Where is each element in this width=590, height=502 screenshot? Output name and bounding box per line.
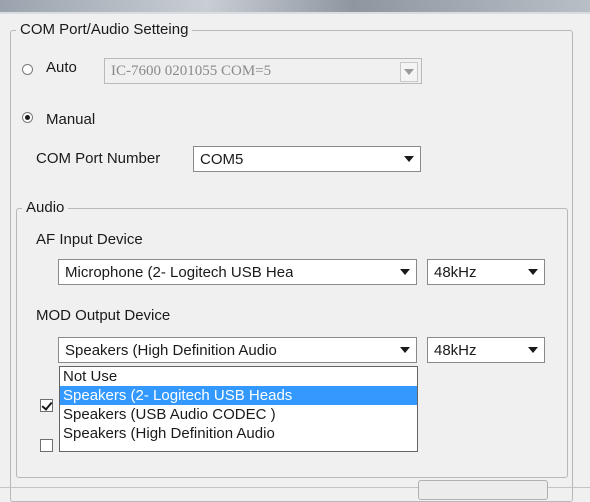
auto-radio-label[interactable]: Auto: [46, 59, 77, 76]
checkmark-icon: [41, 399, 53, 411]
af-input-rate-value: 48kHz: [434, 264, 477, 281]
com-port-value: COM5: [200, 151, 244, 168]
com-port-select[interactable]: COM5: [193, 146, 421, 172]
auto-device-dropdown-icon: [400, 62, 418, 82]
com-port-label: COM Port Number: [36, 150, 161, 167]
auto-device-select: IC-7600 0201055 COM=5: [104, 58, 422, 84]
window-top-edge: [0, 12, 590, 14]
mod-output-rate-select[interactable]: 48kHz: [427, 337, 545, 363]
dropdown-option-hd-audio[interactable]: Speakers (High Definition Audio: [60, 424, 417, 443]
af-input-device-dropdown-icon[interactable]: [397, 263, 413, 281]
af-input-rate-dropdown-icon[interactable]: [525, 263, 541, 281]
manual-radio-dot: [25, 115, 30, 120]
audio-group-title: Audio: [22, 199, 69, 216]
dropdown-option-usb-codec[interactable]: Speakers (USB Audio CODEC ): [60, 405, 417, 424]
mod-output-device-select[interactable]: Speakers (High Definition Audio: [58, 337, 417, 363]
mod-output-rate-value: 48kHz: [434, 342, 477, 359]
af-input-rate-select[interactable]: 48kHz: [427, 259, 545, 285]
af-input-label: AF Input Device: [36, 231, 143, 248]
manual-radio[interactable]: [22, 112, 33, 123]
mod-output-rate-dropdown-icon[interactable]: [525, 341, 541, 359]
mod-output-device-dropdown-icon[interactable]: [397, 341, 413, 359]
auto-radio[interactable]: [22, 64, 33, 75]
mod-output-device-value: Speakers (High Definition Audio: [65, 342, 277, 359]
option-checkbox-1[interactable]: [40, 399, 53, 412]
af-input-device-value: Microphone (2- Logitech USB Hea: [65, 264, 294, 281]
mod-output-dropdown-list[interactable]: Not Use Speakers (2- Logitech USB Heads …: [59, 366, 418, 452]
af-input-device-select[interactable]: Microphone (2- Logitech USB Hea: [58, 259, 417, 285]
option-checkbox-2[interactable]: [40, 439, 53, 452]
partial-button[interactable]: [418, 480, 548, 500]
mod-output-label: MOD Output Device: [36, 307, 171, 324]
dropdown-option-logitech[interactable]: Speakers (2- Logitech USB Heads: [60, 386, 417, 405]
auto-device-value: IC-7600 0201055 COM=5: [111, 63, 272, 79]
window-top-bar: [0, 0, 590, 12]
com-port-dropdown-icon[interactable]: [401, 150, 417, 168]
dropdown-option-not-use[interactable]: Not Use: [60, 367, 417, 386]
manual-radio-label[interactable]: Manual: [46, 111, 95, 128]
com-audio-group-title: COM Port/Audio Setteing: [16, 21, 193, 38]
